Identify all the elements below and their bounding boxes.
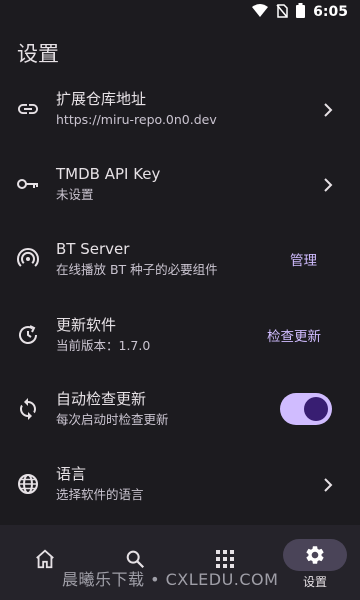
setting-title: BT Server [56, 240, 130, 258]
nav-item-settings[interactable]: 设置 [270, 525, 360, 600]
setting-update-software: 更新软件 当前版本：1.7.0 检查更新 [0, 300, 360, 370]
key-icon [16, 172, 40, 196]
globe-icon [16, 472, 40, 496]
page-title: 设置 [17, 42, 59, 66]
setting-title: 语言 [56, 465, 87, 483]
setting-title: 更新软件 [56, 316, 117, 334]
auto-check-toggle[interactable] [280, 393, 332, 425]
setting-bt-server: BT Server 在线播放 BT 种子的必要组件 管理 [0, 224, 360, 294]
setting-title: TMDB API Key [56, 165, 161, 183]
toggle-knob [304, 397, 328, 421]
no-sim-icon [276, 3, 288, 22]
chevron-right-icon [322, 102, 334, 117]
chevron-right-icon [322, 477, 334, 492]
setting-subtitle: https://miru-repo.0n0.dev [56, 112, 217, 127]
broadcast-icon [16, 247, 40, 271]
gear-icon [303, 543, 327, 567]
status-bar: 6:05 [0, 0, 360, 24]
watermark-text: 晨曦乐下载 • CXLEDU.COM [62, 570, 279, 589]
setting-subtitle: 在线播放 BT 种子的必要组件 [56, 262, 218, 277]
setting-subtitle: 未设置 [56, 187, 94, 202]
setting-subtitle: 当前版本：1.7.0 [56, 338, 151, 353]
link-icon [16, 97, 40, 121]
setting-extension-repo[interactable]: 扩展仓库地址 https://miru-repo.0n0.dev [0, 74, 360, 144]
sync-icon [16, 397, 40, 421]
setting-subtitle: 选择软件的语言 [56, 487, 144, 502]
nav-label-settings: 设置 [302, 575, 327, 589]
setting-auto-check-update: 自动检查更新 每次启动时检查更新 [0, 374, 360, 444]
setting-tmdb-api-key[interactable]: TMDB API Key 未设置 [0, 149, 360, 219]
update-icon [16, 323, 40, 347]
status-time: 6:05 [313, 4, 348, 20]
battery-icon [296, 2, 306, 22]
active-indicator [283, 539, 347, 571]
setting-subtitle: 每次启动时检查更新 [56, 412, 169, 427]
wifi-icon [252, 3, 269, 22]
setting-language[interactable]: 语言 选择软件的语言 [0, 449, 360, 519]
setting-title: 扩展仓库地址 [56, 90, 147, 108]
home-icon [33, 547, 57, 571]
chevron-right-icon [322, 177, 334, 192]
check-update-button[interactable]: 检查更新 [267, 325, 321, 345]
setting-title: 自动检查更新 [56, 390, 147, 408]
manage-button[interactable]: 管理 [290, 249, 317, 269]
